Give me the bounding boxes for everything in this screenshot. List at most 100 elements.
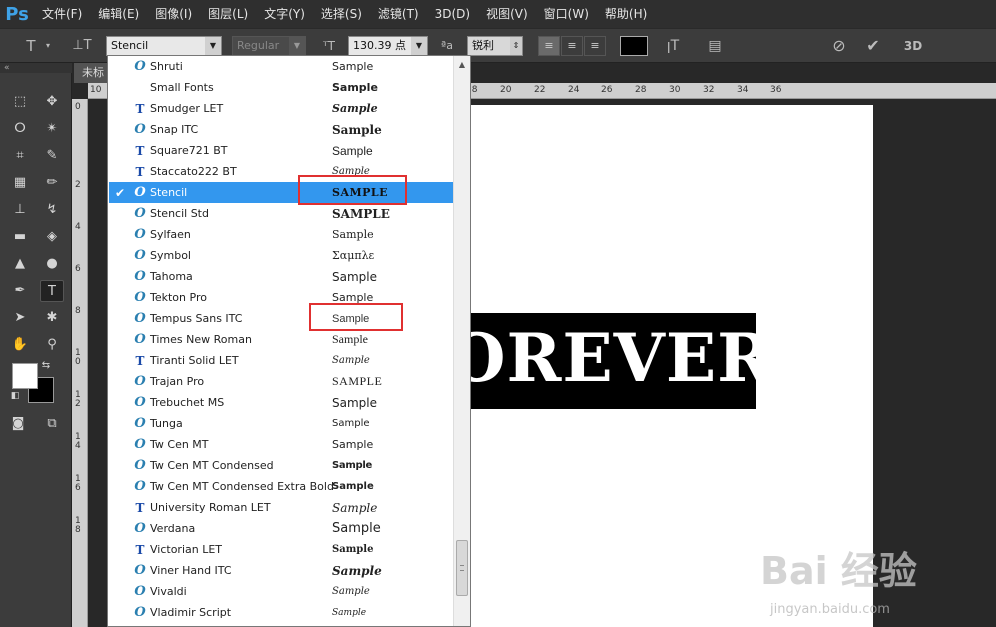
font-list-item[interactable]: T Tiranti Solid LET Sample [109, 350, 454, 371]
magic-wand-tool-icon[interactable]: ✴ [40, 118, 64, 140]
collapse-chevron-icon[interactable]: « [0, 63, 72, 73]
menu-item[interactable]: 窗口(W) [536, 0, 597, 28]
scroll-up-icon[interactable]: ▲ [454, 56, 470, 73]
opentype-icon: O [134, 121, 146, 137]
font-family-value: Stencil [111, 39, 149, 52]
font-style-dropdown-icon[interactable]: ▼ [289, 37, 305, 55]
opentype-icon: O [134, 205, 146, 221]
crop-tool-icon[interactable]: ⌗ [8, 145, 32, 167]
path-selection-tool-icon[interactable]: ➤ [8, 307, 32, 329]
font-list-item[interactable]: O Trebuchet MS Sample [109, 392, 454, 413]
menu-item[interactable]: 滤镜(T) [370, 0, 427, 28]
font-name: Snap ITC [150, 123, 199, 136]
menu-item[interactable]: 视图(V) [478, 0, 536, 28]
menu-item[interactable]: 文件(F) [34, 0, 90, 28]
font-size-icon: ᵀT [323, 39, 335, 53]
marquee-tool-icon[interactable]: ⬚ [8, 91, 32, 113]
align-right-button[interactable]: ≡ [584, 36, 606, 56]
menu-item[interactable]: 图像(I) [147, 0, 200, 28]
antialias-dropdown-icon[interactable]: ⇕ [510, 37, 522, 55]
menu-item[interactable]: 文字(Y) [256, 0, 313, 28]
ruler-tick-label: 2 [75, 180, 81, 190]
font-list-item[interactable]: O Shruti Sample [109, 56, 454, 77]
font-list-item[interactable]: T Smudger LET Sample [109, 98, 454, 119]
font-list-item[interactable]: O Snap ITC Sample [109, 119, 454, 140]
font-list-item[interactable]: T Victorian LET Sample [109, 539, 454, 560]
lasso-tool-icon[interactable]: ⵔ [8, 118, 32, 140]
truetype-icon: T [135, 101, 145, 116]
screen-mode-icon[interactable]: ⧉ [40, 413, 64, 435]
hand-tool-icon[interactable]: ✋ [8, 334, 32, 356]
orientation-toggle-icon[interactable]: ⊥T [70, 36, 94, 56]
font-list-item[interactable]: O Tahoma Sample [109, 266, 454, 287]
font-list-item[interactable]: Small Fonts Sample [109, 77, 454, 98]
watermark: Bai 经验 jingyan.baidu.com [760, 540, 996, 620]
font-name: Stencil [150, 186, 188, 199]
menu-item[interactable]: 3D(D) [427, 0, 478, 28]
warp-text-icon[interactable]: ꞁT [662, 36, 684, 56]
font-family-field[interactable]: Stencil ▼ [106, 36, 222, 56]
menu-item[interactable]: 选择(S) [313, 0, 370, 28]
foreground-color-swatch[interactable] [12, 363, 38, 389]
font-list-item[interactable]: O Stencil Std SAMPLE [109, 203, 454, 224]
font-list-scrollbar[interactable]: ▲ [453, 56, 470, 626]
menu-item[interactable]: 图层(L) [200, 0, 256, 28]
quick-mask-icon[interactable]: ◙ [6, 413, 30, 435]
blur-tool-icon[interactable]: ▲ [8, 253, 32, 275]
truetype-icon: T [135, 164, 145, 179]
type-tool-button-icon[interactable]: T [40, 280, 64, 302]
align-left-button[interactable]: ≡ [538, 36, 560, 56]
paint-bucket-tool-icon[interactable]: ◈ [40, 226, 64, 248]
menu-item[interactable]: 编辑(E) [90, 0, 147, 28]
default-colors-icon[interactable]: ◧ [8, 389, 22, 403]
font-size-field[interactable]: 130.39 点 ▼ [348, 36, 428, 56]
font-list-item[interactable]: T Square721 BT Sample [109, 140, 454, 161]
font-list-item[interactable]: O Viner Hand ITC Sample [109, 560, 454, 581]
align-center-button[interactable]: ≡ [561, 36, 583, 56]
zoom-tool-icon[interactable]: ⚲ [40, 334, 64, 356]
font-sample: Sample [332, 332, 368, 346]
eyedropper-tool-icon[interactable]: ✎ [40, 145, 64, 167]
antialias-field[interactable]: 锐利 ⇕ [467, 36, 523, 56]
custom-shape-tool-icon[interactable]: ✱ [40, 307, 64, 329]
swap-colors-icon[interactable]: ⇆ [38, 359, 54, 373]
font-sample: Sample [332, 438, 374, 451]
clone-stamp-tool-icon[interactable]: ⊥ [8, 199, 32, 221]
commit-check-icon[interactable]: ✔ [862, 36, 884, 56]
dodge-tool-icon[interactable]: ● [40, 253, 64, 275]
tool-preset-dropdown-icon[interactable]: ▾ [44, 36, 52, 56]
font-list-item[interactable]: O Tunga Sample [109, 413, 454, 434]
font-list-item[interactable]: O Vladimir Script Sample [109, 602, 454, 623]
opentype-icon: O [134, 415, 146, 431]
font-style-field[interactable]: Regular ▼ [232, 36, 306, 56]
text-color-swatch[interactable] [620, 36, 648, 56]
font-list-item[interactable]: O Tw Cen MT Sample [109, 434, 454, 455]
pen-tool-icon[interactable]: ✒ [8, 280, 32, 302]
font-family-dropdown-list[interactable]: O Shruti Sample Small Fonts Sample T Smudger L… [107, 55, 471, 627]
menu-item[interactable]: 帮助(H) [597, 0, 655, 28]
eraser-tool-icon[interactable]: ▬ [8, 226, 32, 248]
font-list-item[interactable]: T University Roman LET Sample [109, 497, 454, 518]
scroll-thumb[interactable] [456, 540, 468, 596]
move-tool-icon[interactable]: ✥ [40, 91, 64, 113]
font-size-dropdown-icon[interactable]: ▼ [411, 37, 427, 55]
type-tool-icon[interactable]: T [20, 36, 42, 56]
font-list-item[interactable]: O Tw Cen MT Condensed Sample [109, 455, 454, 476]
font-list-item[interactable]: O Verdana Sample [109, 518, 454, 539]
font-list-item[interactable]: O Vivaldi Sample [109, 581, 454, 602]
character-panel-icon[interactable]: ▤ [704, 36, 726, 56]
font-family-dropdown-icon[interactable]: ▼ [205, 37, 221, 55]
font-list-item[interactable]: O Tw Cen MT Condensed Extra Bold Sample [109, 476, 454, 497]
font-list-item[interactable]: O Times New Roman Sample [109, 329, 454, 350]
cancel-icon[interactable]: ⊘ [828, 36, 850, 56]
grip-icon [460, 565, 464, 571]
history-brush-tool-icon[interactable]: ↯ [40, 199, 64, 221]
brush-tool-icon[interactable]: ✏ [40, 172, 64, 194]
truetype-icon: T [135, 353, 145, 368]
font-list-item[interactable]: O Trajan Pro SAMPLE [109, 371, 454, 392]
text-layer[interactable]: OREVER [460, 313, 756, 409]
font-list-item[interactable]: O Sylfaen Sample [109, 224, 454, 245]
font-list-item[interactable]: O Symbol Σαμπλε [109, 245, 454, 266]
3d-button[interactable]: 3D [900, 36, 926, 56]
healing-brush-tool-icon[interactable]: ▦ [8, 172, 32, 194]
